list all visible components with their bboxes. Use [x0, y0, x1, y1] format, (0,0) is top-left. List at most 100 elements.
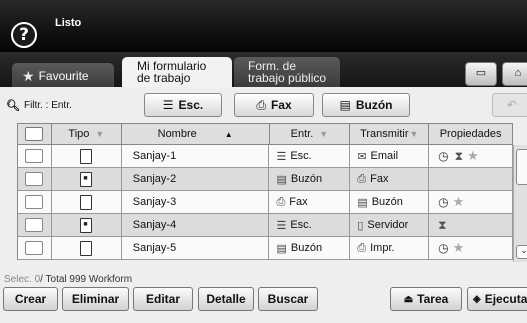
- column-header-transmitir[interactable]: Transmitir ▼: [350, 123, 430, 145]
- tab-mi-formulario[interactable]: Mi formulario de trabajo: [122, 57, 232, 87]
- detail-button[interactable]: Detalle: [198, 287, 254, 311]
- mailbox-icon: ▤: [276, 242, 287, 255]
- filter-mailbox-button[interactable]: ▤ Buzón: [322, 93, 410, 117]
- scanner-icon: ☰: [162, 98, 174, 112]
- document-icon: [80, 240, 93, 256]
- row-checkbox[interactable]: [18, 168, 52, 191]
- column-header-tipo[interactable]: Tipo ▼: [51, 123, 122, 145]
- table-header: Tipo ▼ Nombre ▲ Entr. ▼ Transmitir ▼ Pro…: [18, 123, 514, 145]
- document-icon: [80, 148, 93, 164]
- nombre-cell: Sanjay-3: [121, 191, 270, 214]
- table-row[interactable]: Sanjay-3 ⎙ Fax ▤ Buzón ◷ ★: [18, 191, 513, 214]
- transmitir-cell: ⎙ Fax: [350, 168, 430, 191]
- tab-favourite-label: Favourite: [38, 68, 89, 83]
- table-row[interactable]: Sanjay-1 ☰ Esc. ✉ Email ◷ ⧗ ★: [18, 145, 513, 168]
- scroll-thumb[interactable]: [516, 149, 527, 185]
- server-icon: ▯: [357, 219, 364, 232]
- column-nombre-label: Nombre: [157, 128, 197, 140]
- table-row[interactable]: Sanjay-5 ▤ Buzón ⎙ Impr. ◷ ★: [18, 237, 513, 260]
- document-icon: [80, 194, 93, 210]
- tipo-cell: [51, 145, 122, 168]
- filter-label[interactable]: 🔍︎ Filtr. : Entr.: [6, 99, 72, 112]
- column-entr-label: Entr.: [290, 128, 314, 140]
- help-button[interactable]: ?: [11, 22, 37, 48]
- hourglass-icon: ⧗: [438, 217, 447, 232]
- selected-count: Selec. 0: [4, 274, 41, 285]
- column-header-entr[interactable]: Entr. ▼: [269, 123, 351, 145]
- tab-mi-formulario-line2: de trabajo: [137, 71, 191, 85]
- sort-down-icon: ▼: [409, 129, 419, 139]
- propiedades-cell: ◷ ★: [429, 191, 513, 214]
- entr-cell: ⎙ Fax: [269, 191, 351, 214]
- filter-fax-label: Fax: [270, 98, 292, 112]
- fax-icon: ⎙: [256, 97, 266, 112]
- tipo-cell: [51, 237, 122, 260]
- workform-table: Tipo ▼ Nombre ▲ Entr. ▼ Transmitir ▼ Pro…: [17, 123, 514, 260]
- email-icon: ✉: [357, 150, 367, 163]
- home-button[interactable]: ⌂: [502, 62, 527, 86]
- nombre-cell: Sanjay-1: [121, 145, 270, 168]
- delete-button[interactable]: Eliminar: [62, 287, 129, 311]
- clock-icon: ◷: [438, 195, 449, 209]
- clock-icon: ◷: [438, 241, 449, 255]
- transmitir-cell: ▯ Servidor: [350, 214, 430, 237]
- sort-up-icon: ▲: [224, 129, 233, 139]
- transmitir-value: Impr.: [370, 242, 395, 254]
- row-checkbox[interactable]: [18, 214, 52, 237]
- tipo-cell: [51, 191, 122, 214]
- row-checkbox[interactable]: [18, 191, 52, 214]
- column-header-nombre[interactable]: Nombre ▲: [121, 123, 270, 145]
- search-button[interactable]: Buscar: [258, 287, 318, 311]
- edit-button[interactable]: Editar: [133, 287, 193, 311]
- execute-button[interactable]: ◈ Ejecuta: [467, 287, 527, 311]
- scroll-down-button[interactable]: ⌄: [516, 245, 527, 259]
- hourglass-icon: ⧗: [454, 148, 464, 163]
- tab-form-publico[interactable]: Form. de trabajo público: [234, 57, 340, 87]
- task-button[interactable]: ⏏ Tarea: [390, 287, 462, 311]
- top-bar: ? Listo: [0, 0, 527, 52]
- transmitir-cell: ✉ Email: [350, 145, 430, 168]
- transmitir-value: Email: [370, 150, 399, 162]
- column-transmitir-label: Transmitir: [360, 128, 409, 140]
- mailbox-icon: ▤: [276, 173, 287, 186]
- propiedades-cell: ⧗: [429, 214, 513, 237]
- entr-cell: ▤ Buzón: [269, 168, 351, 191]
- table-row[interactable]: Sanjay-2 ▤Buzón ⎙Fax: [18, 168, 513, 191]
- clipboard-button[interactable]: ▭: [465, 62, 497, 86]
- status-text: Listo: [55, 17, 82, 29]
- task-label: Tarea: [417, 292, 449, 306]
- filter-text: Filtr. : Entr.: [23, 100, 72, 111]
- tab-favourite[interactable]: ★ Favourite: [12, 63, 114, 88]
- star-icon: ★: [22, 67, 35, 84]
- transmitir-value: Servidor: [367, 219, 409, 231]
- filter-fax-button[interactable]: ⎙ Fax: [234, 93, 314, 117]
- fax-icon: ⎙: [357, 172, 367, 185]
- execute-label: Ejecuta: [484, 292, 527, 306]
- table-row[interactable]: Sanjay-4 ☰Esc. ▯Servidor ⧗: [18, 214, 513, 237]
- select-all-checkbox[interactable]: [18, 123, 52, 145]
- workform-panel: 🔍︎ Filtr. : Entr. ☰ Esc. ⎙ Fax ▤ Buzón ↶…: [0, 87, 527, 323]
- locked-document-icon: [80, 217, 93, 233]
- undo-icon: ↶: [506, 98, 518, 112]
- sort-down-icon: ▼: [319, 129, 329, 139]
- row-checkbox[interactable]: [18, 145, 52, 168]
- home-icon: ⌂: [514, 67, 522, 79]
- transmitir-cell: ▤ Buzón: [350, 191, 430, 214]
- chevron-down-icon: ⌄: [520, 246, 527, 255]
- entr-value: Buzón: [290, 242, 323, 254]
- tipo-cell: [51, 168, 122, 191]
- star-icon: ★: [467, 148, 479, 163]
- fax-icon: ⎙: [276, 195, 286, 208]
- create-button[interactable]: Crear: [3, 287, 58, 311]
- undo-button[interactable]: ↶: [492, 93, 527, 117]
- scanner-icon: ☰: [276, 219, 287, 232]
- tab-bar: ★ Favourite Mi formulario de trabajo For…: [0, 52, 527, 88]
- column-propiedades-label: Propiedades: [439, 128, 502, 140]
- star-icon: ★: [452, 194, 465, 209]
- eject-icon: ⏏: [403, 293, 414, 305]
- table-scrollbar[interactable]: ⌄: [513, 145, 527, 262]
- scanner-icon: ☰: [276, 150, 287, 163]
- filter-scan-button[interactable]: ☰ Esc.: [144, 93, 222, 117]
- row-checkbox[interactable]: [18, 237, 52, 260]
- entr-cell: ☰ Esc.: [269, 214, 351, 237]
